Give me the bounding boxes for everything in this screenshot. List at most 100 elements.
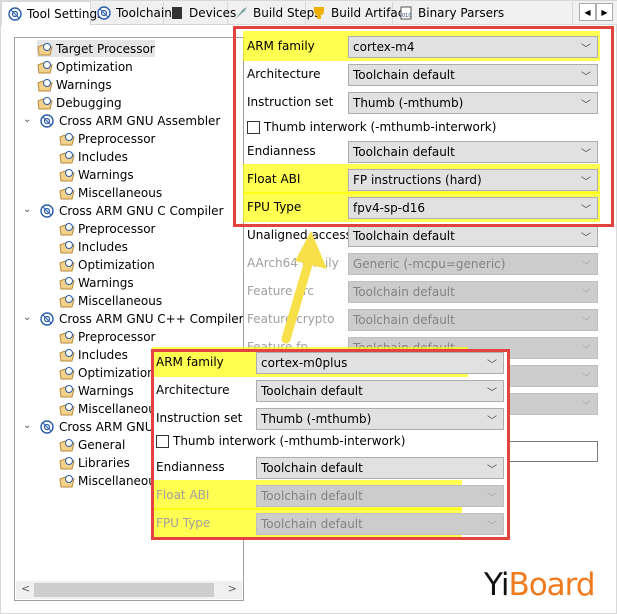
settings-folder-icon — [59, 258, 75, 272]
tree-item-label: Debugging — [56, 95, 122, 110]
select-value: Toolchain default — [353, 229, 455, 243]
select-value: Toolchain default — [353, 313, 455, 327]
svg-text:010: 010 — [402, 13, 412, 19]
tree-item-label: Warnings — [78, 275, 134, 290]
settings-folder-icon — [59, 366, 75, 380]
toolchains-icon — [97, 6, 111, 20]
tab-tool-settings[interactable]: Tool Settings — [1, 1, 103, 26]
tree-item-label: Preprocessor — [78, 329, 156, 344]
tree-item-label: Cross ARM GNU C Compiler — [59, 203, 224, 218]
settings-folder-icon — [59, 474, 75, 488]
tree-item-label: Miscellaneous — [78, 473, 163, 488]
logo-board: Board — [508, 567, 595, 603]
settings-folder-icon — [59, 222, 75, 236]
tree-item[interactable]: Preprocessor — [59, 130, 155, 147]
tree-item[interactable]: Target Processor — [37, 40, 155, 57]
tab-scroll-left-button[interactable]: ◀ — [579, 3, 596, 21]
settings-folder-icon — [59, 168, 75, 182]
unaligned-access-select[interactable]: Toolchain default ﹀ — [348, 225, 598, 247]
settings-folder-icon — [59, 276, 75, 290]
tab-build-artifact[interactable]: Build Artifact — [306, 2, 409, 24]
tab-toolchains[interactable]: Toolchains — [91, 2, 178, 24]
tree-item[interactable]: Preprocessor — [59, 220, 155, 237]
tab-label: Binary Parsers — [418, 6, 505, 20]
scroll-left-arrow-icon[interactable]: < — [21, 582, 30, 595]
tree-item[interactable]: Includes — [59, 238, 128, 255]
tree-item[interactable]: Miscellaneous — [59, 184, 162, 201]
annotation-box-bottom — [151, 349, 510, 540]
tree-item-label: Includes — [78, 347, 128, 362]
settings-folder-icon — [59, 330, 75, 344]
tree-item[interactable]: Warnings — [59, 382, 134, 399]
chevron-down-icon: ﹀ — [581, 289, 591, 300]
build-steps-icon — [234, 6, 248, 20]
tree-item[interactable]: Optimization — [37, 58, 133, 75]
tree-item[interactable]: Cross ARM GNU C Compiler — [40, 202, 224, 219]
chevron-down-icon: ﹀ — [581, 317, 591, 328]
settings-folder-icon — [59, 150, 75, 164]
tree-item-label: Cross ARM GNU C — [59, 419, 166, 434]
tab-devices[interactable]: Devices — [164, 2, 236, 24]
tree-item-label: Libraries — [78, 455, 130, 470]
chevron-down-icon: ﹀ — [581, 261, 591, 272]
tree-item[interactable]: Miscellaneous — [59, 292, 162, 309]
chevron-down-icon: ﹀ — [581, 345, 591, 356]
tree-item[interactable]: Optimization — [59, 256, 155, 273]
tool-gear-icon — [40, 113, 56, 128]
tree-item[interactable]: Debugging — [37, 94, 122, 111]
scroll-left-icon: ◀ — [584, 7, 591, 17]
expand-chevron-icon[interactable]: ⌄ — [23, 204, 31, 215]
expand-chevron-icon[interactable]: ⌄ — [23, 312, 31, 323]
tree-item-label: Preprocessor — [78, 131, 156, 146]
tree-item[interactable]: Cross ARM GNU C — [40, 418, 166, 435]
binary-parsers-icon: 010 — [399, 6, 413, 20]
tab-build-steps[interactable]: Build Steps — [228, 2, 321, 24]
tree-item[interactable]: Preprocessor — [59, 328, 155, 345]
tree-item[interactable]: Warnings — [59, 274, 134, 291]
tree-item[interactable]: General — [59, 436, 125, 453]
tool-gear-icon — [40, 311, 56, 326]
tree-item[interactable]: Includes — [59, 346, 128, 363]
tree-item[interactable]: Warnings — [37, 76, 112, 93]
tree-item[interactable]: Includes — [59, 148, 128, 165]
settings-folder-icon — [59, 402, 75, 416]
settings-folder-icon — [59, 438, 75, 452]
tree-item-label: Miscellaneous — [78, 185, 163, 200]
tree-item[interactable]: Cross ARM GNU C++ Compiler — [40, 310, 243, 327]
scroll-right-arrow-icon[interactable]: > — [228, 582, 237, 595]
tree-item-label: Target Processor — [56, 41, 155, 56]
arrow-annotation — [281, 231, 327, 344]
tree-item[interactable]: Libraries — [59, 454, 130, 471]
tree-item-label: Optimization — [56, 59, 133, 74]
scroll-right-icon: ▶ — [601, 7, 608, 17]
settings-folder-icon — [59, 240, 75, 254]
tree-item[interactable]: Cross ARM GNU Assembler — [40, 112, 220, 129]
tree-item-label: Warnings — [56, 77, 112, 92]
tab-bar: Tool Settings Toolchains Devices Build Step… — [1, 1, 617, 26]
expand-chevron-icon[interactable]: ⌄ — [23, 420, 31, 431]
settings-folder-icon — [37, 78, 53, 92]
select-value: Toolchain default — [353, 285, 455, 299]
tree-item[interactable]: Optimization — [59, 364, 155, 381]
logo-yi: Yi — [484, 567, 509, 603]
tool-gear-icon — [40, 203, 56, 218]
chevron-down-icon: ﹀ — [581, 233, 591, 244]
expand-chevron-icon[interactable]: ⌄ — [23, 114, 31, 125]
scrollbar-thumb[interactable] — [34, 583, 214, 597]
tree-item-label: Includes — [78, 149, 128, 164]
tool-gear-icon — [40, 419, 56, 434]
yiboard-logo: YiBoard — [484, 567, 596, 603]
tree-item-label: Includes — [78, 239, 128, 254]
tab-scroll-right-button[interactable]: ▶ — [596, 3, 613, 21]
tree-item[interactable]: Miscellaneous — [59, 400, 162, 417]
tree-horizontal-scrollbar[interactable]: < > — [16, 581, 242, 599]
tree-item[interactable]: Miscellaneous — [59, 472, 162, 489]
settings-folder-icon — [37, 42, 53, 56]
tab-binary-parsers[interactable]: 010 Binary Parsers — [393, 2, 573, 24]
aarch64-family-select: Generic (-mcpu=generic) ﹀ — [348, 253, 598, 275]
tree-item[interactable]: Warnings — [59, 166, 134, 183]
tree-item-label: Miscellaneous — [78, 401, 163, 416]
build-artifact-icon — [312, 6, 326, 20]
settings-folder-icon — [37, 96, 53, 110]
chevron-down-icon: ﹀ — [581, 373, 591, 384]
